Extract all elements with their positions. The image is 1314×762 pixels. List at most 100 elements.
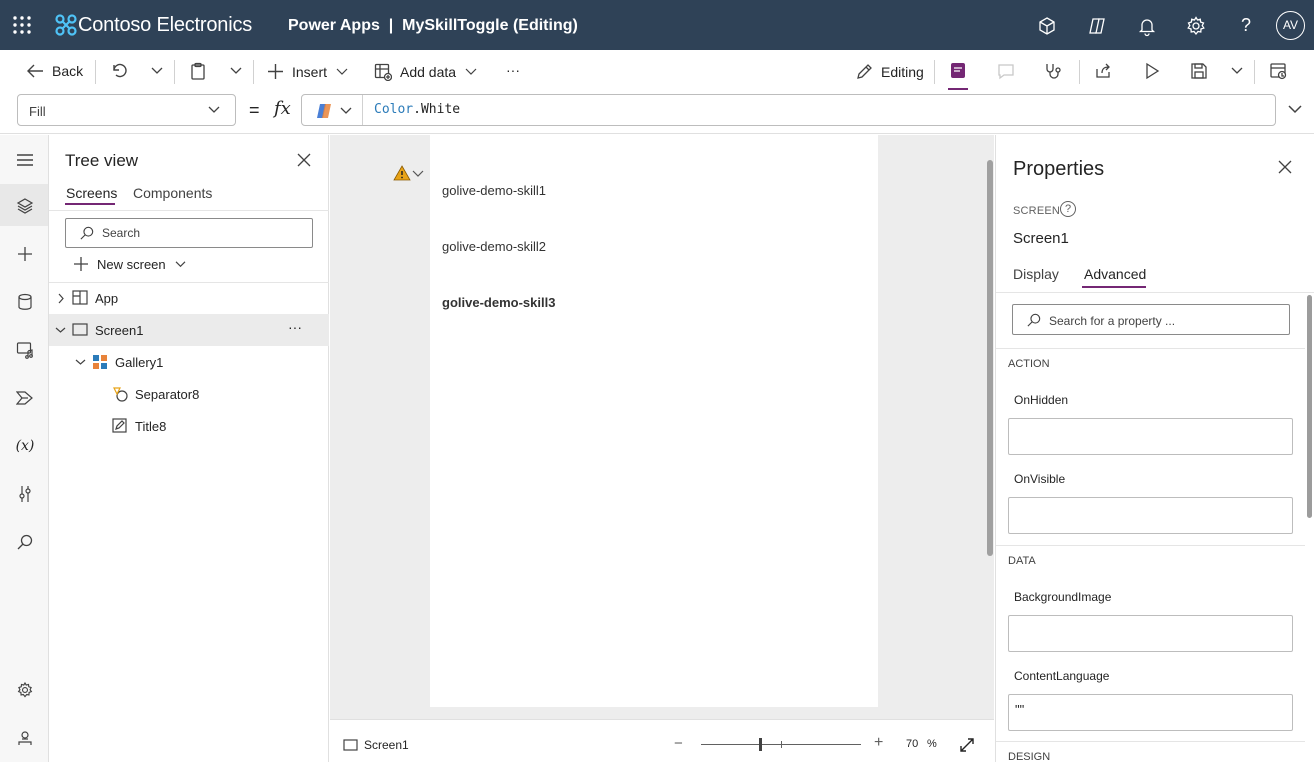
tree-node-screen1[interactable]: Screen1 ··· bbox=[49, 314, 329, 346]
chevron-down-icon bbox=[340, 107, 352, 114]
save-icon[interactable] bbox=[1190, 62, 1208, 80]
properties-title: Properties bbox=[1013, 158, 1105, 180]
tab-screens[interactable]: Screens bbox=[66, 185, 117, 201]
tree-node-title8[interactable]: Title8 bbox=[49, 410, 329, 442]
publish-icon[interactable] bbox=[1269, 62, 1287, 80]
settings-icon[interactable] bbox=[14, 679, 36, 701]
help-icon[interactable]: ? bbox=[1060, 201, 1076, 217]
tab-display[interactable]: Display bbox=[1013, 266, 1059, 282]
help-icon[interactable]: ? bbox=[1235, 15, 1257, 37]
divider bbox=[95, 60, 96, 84]
control-name: Screen1 bbox=[1013, 230, 1069, 247]
stethoscope-icon[interactable] bbox=[1044, 62, 1062, 80]
play-icon[interactable] bbox=[1143, 62, 1161, 80]
zoom-in-button[interactable]: + bbox=[874, 734, 883, 752]
comment-icon[interactable] bbox=[997, 62, 1015, 80]
tree-node-app[interactable]: App bbox=[49, 282, 329, 314]
zoom-slider-thumb[interactable] bbox=[759, 738, 762, 751]
virtual-agent-icon[interactable] bbox=[14, 727, 36, 749]
tools-icon[interactable] bbox=[14, 483, 36, 505]
insert-button[interactable]: Insert bbox=[267, 63, 349, 80]
plus-icon bbox=[268, 64, 283, 79]
backgroundimage-input[interactable] bbox=[1008, 615, 1293, 652]
section-header-data: DATA bbox=[1008, 555, 1036, 567]
new-screen-button[interactable]: New screen bbox=[73, 256, 187, 272]
search-icon bbox=[80, 226, 94, 240]
tree-node-gallery1[interactable]: Gallery1 bbox=[49, 346, 329, 378]
chevron-down-icon[interactable] bbox=[229, 66, 243, 76]
property-label: OnVisible bbox=[1014, 472, 1066, 486]
left-rail: (𝑥) bbox=[0, 135, 49, 762]
copilot-formula-button[interactable] bbox=[302, 95, 363, 125]
divider bbox=[996, 348, 1305, 349]
divider bbox=[1254, 60, 1255, 84]
hamburger-icon[interactable] bbox=[14, 149, 36, 171]
canvas-scrollbar[interactable] bbox=[987, 160, 993, 556]
tree-node-label: Gallery1 bbox=[115, 354, 164, 370]
clipboard-icon[interactable] bbox=[189, 62, 207, 80]
property-search-input[interactable]: Search for a property ... bbox=[1012, 304, 1290, 335]
warning-icon[interactable] bbox=[393, 165, 411, 181]
tree-node-separator8[interactable]: Separator8 bbox=[49, 378, 329, 410]
tree-search-input[interactable]: Search bbox=[65, 218, 313, 248]
gear-icon[interactable] bbox=[1185, 15, 1207, 37]
copilot-icon[interactable] bbox=[1086, 15, 1108, 37]
formula-bar: Fill = fx Color.White bbox=[0, 94, 1314, 134]
back-button[interactable]: Back bbox=[26, 63, 83, 79]
tree-node-label: App bbox=[95, 290, 119, 306]
bell-icon[interactable] bbox=[1136, 15, 1158, 37]
copilot-icon bbox=[317, 104, 331, 118]
close-icon[interactable] bbox=[1278, 160, 1292, 174]
tree-node-label: Title8 bbox=[135, 418, 167, 434]
formula-input[interactable]: Color.White bbox=[301, 94, 1276, 126]
database-icon[interactable] bbox=[14, 291, 36, 313]
power-automate-icon[interactable] bbox=[14, 387, 36, 409]
pencil-icon bbox=[857, 64, 872, 79]
chevron-down-icon[interactable] bbox=[412, 170, 424, 178]
properties-scrollbar[interactable] bbox=[1307, 295, 1312, 518]
waffle-icon[interactable] bbox=[12, 15, 32, 35]
zoom-out-button[interactable]: − bbox=[674, 735, 683, 752]
tab-components[interactable]: Components bbox=[133, 185, 212, 201]
share-icon[interactable] bbox=[1094, 62, 1112, 80]
more-button[interactable]: ··· bbox=[506, 62, 520, 78]
app-checker-icon[interactable] bbox=[949, 62, 967, 80]
status-bar: Screen1 − + 70 % bbox=[330, 719, 994, 762]
chevron-down-icon[interactable] bbox=[150, 66, 164, 76]
onvisible-input[interactable] bbox=[1008, 497, 1293, 534]
contoso-logo-icon bbox=[54, 13, 78, 37]
chevron-down-icon[interactable] bbox=[1287, 104, 1303, 114]
plus-icon bbox=[74, 257, 88, 271]
plus-icon[interactable] bbox=[14, 243, 36, 265]
onhidden-input[interactable] bbox=[1008, 418, 1293, 455]
table-add-icon bbox=[374, 63, 392, 81]
layers-icon[interactable] bbox=[14, 195, 36, 217]
tab-advanced[interactable]: Advanced bbox=[1084, 266, 1146, 282]
zoom-value[interactable]: 70 bbox=[906, 738, 918, 750]
contentlanguage-input[interactable]: "" bbox=[1008, 694, 1293, 731]
add-data-button[interactable]: Add data bbox=[374, 63, 478, 81]
editing-button[interactable]: Editing bbox=[855, 63, 924, 81]
undo-icon[interactable] bbox=[110, 62, 128, 80]
media-icon[interactable] bbox=[14, 339, 36, 361]
gallery-item-title[interactable]: golive-demo-skill2 bbox=[442, 239, 546, 254]
avatar[interactable]: AV bbox=[1276, 11, 1305, 40]
screen-canvas[interactable]: golive-demo-skill1 golive-demo-skill2 go… bbox=[430, 135, 878, 707]
gallery-item-title[interactable]: golive-demo-skill3 bbox=[442, 295, 555, 310]
screen-icon bbox=[343, 739, 358, 751]
new-screen-label: New screen bbox=[97, 256, 166, 272]
app-header: Contoso Electronics Power Apps | MySkill… bbox=[0, 0, 1314, 50]
variables-icon[interactable]: (𝑥) bbox=[14, 435, 36, 457]
chevron-down-icon[interactable] bbox=[1230, 66, 1244, 76]
tree-view-title: Tree view bbox=[65, 151, 139, 170]
current-screen-label[interactable]: Screen1 bbox=[364, 738, 409, 752]
gallery-item-title[interactable]: golive-demo-skill1 bbox=[442, 183, 546, 198]
chevron-down-icon bbox=[465, 68, 477, 75]
property-dropdown[interactable]: Fill bbox=[17, 94, 236, 126]
environment-icon[interactable] bbox=[1036, 15, 1058, 37]
more-options-button[interactable]: ··· bbox=[288, 319, 302, 335]
search-icon[interactable] bbox=[14, 531, 36, 553]
brand-name[interactable]: Contoso Electronics bbox=[78, 14, 252, 37]
close-icon[interactable] bbox=[297, 153, 311, 167]
back-label: Back bbox=[52, 63, 84, 79]
